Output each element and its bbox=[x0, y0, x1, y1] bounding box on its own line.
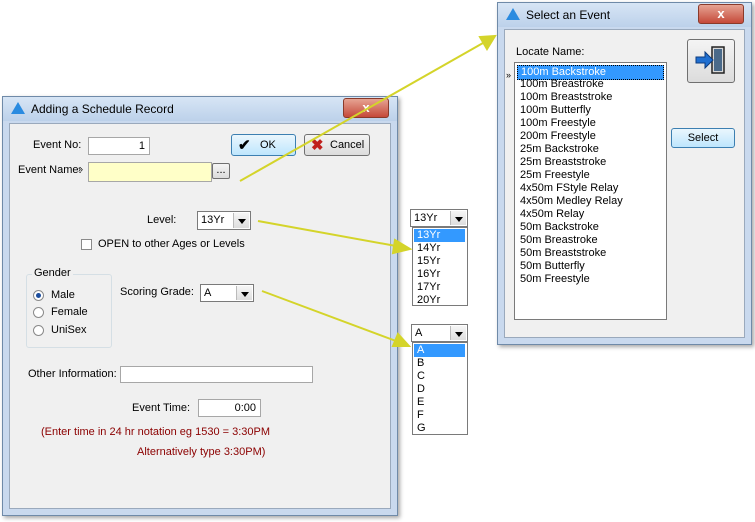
level-option[interactable]: 13Yr bbox=[414, 229, 465, 242]
event-time-field[interactable]: 0:00 bbox=[198, 399, 261, 417]
event-list-item[interactable]: 100m Breaststroke bbox=[517, 91, 664, 104]
event-list-item[interactable]: 200m Freestyle bbox=[517, 130, 664, 143]
event-no-field[interactable]: 1 bbox=[88, 137, 150, 155]
locate-marker: » bbox=[506, 70, 512, 80]
select-button-label: Select bbox=[687, 132, 719, 144]
arrow-head bbox=[478, 34, 497, 51]
gender-group-label: Gender bbox=[32, 267, 73, 279]
grade-option[interactable]: B bbox=[414, 357, 465, 370]
level-option[interactable]: 16Yr bbox=[414, 268, 465, 281]
other-info-label: Other Information: bbox=[28, 368, 117, 380]
cancel-x-icon: ✖ bbox=[311, 137, 324, 154]
event-list-item[interactable]: 25m Breaststroke bbox=[517, 156, 664, 169]
grade-option[interactable]: A bbox=[414, 344, 465, 357]
level-combo[interactable]: 13Yr bbox=[197, 211, 251, 230]
close-button[interactable]: x bbox=[698, 4, 744, 24]
close-button[interactable]: x bbox=[343, 98, 389, 118]
select-button[interactable]: Select bbox=[671, 128, 735, 148]
exit-button[interactable] bbox=[687, 39, 735, 83]
event-list-item[interactable]: 4x50m Relay bbox=[517, 208, 664, 221]
grade-dropdown-list: A B C D E F G bbox=[412, 342, 468, 435]
event-list-item[interactable]: 50m Breastroke bbox=[517, 234, 664, 247]
grade-option[interactable]: F bbox=[414, 409, 465, 422]
open-checkbox[interactable] bbox=[81, 239, 92, 250]
event-list-item[interactable]: 4x50m Medley Relay bbox=[517, 195, 664, 208]
locate-name-label: Locate Name: bbox=[516, 46, 585, 58]
schedule-dialog: Adding a Schedule Record x Event No: 1 ✔… bbox=[2, 96, 398, 516]
event-list-item[interactable]: 25m Backstroke bbox=[517, 143, 664, 156]
cancel-button-label: Cancel bbox=[330, 139, 365, 151]
open-checkbox-label: OPEN to other Ages or Levels bbox=[98, 238, 245, 250]
grade-option[interactable]: C bbox=[414, 370, 465, 383]
level-option[interactable]: 17Yr bbox=[414, 281, 465, 294]
level-option[interactable]: 20Yr bbox=[414, 294, 465, 307]
level-label: Level: bbox=[147, 214, 177, 226]
grade-option[interactable]: G bbox=[414, 422, 465, 435]
schedule-dialog-body: Event No: 1 ✔ OK ✖ Cancel Event Name: » … bbox=[9, 123, 391, 509]
select-event-title: Select an Event bbox=[526, 8, 611, 22]
event-name-marker: » bbox=[78, 164, 84, 174]
gender-female-label: Female bbox=[51, 306, 88, 318]
level-option[interactable]: 15Yr bbox=[414, 255, 465, 268]
grade-option[interactable]: E bbox=[414, 396, 465, 409]
level-combo-value: 13Yr bbox=[201, 214, 225, 226]
time-hint-line2: Alternatively type 3:30PM) bbox=[137, 446, 266, 458]
event-list-item[interactable]: 50m Freestyle bbox=[517, 273, 664, 286]
level-dropdown-value: 13Yr bbox=[414, 212, 438, 224]
ok-button[interactable]: ✔ OK bbox=[231, 134, 296, 156]
select-event-dialog: Select an Event x Locate Name: » 100m Ba… bbox=[497, 2, 752, 345]
gender-female-radio[interactable] bbox=[33, 307, 44, 318]
scoring-grade-label: Scoring Grade: bbox=[120, 286, 194, 298]
level-dropdown-combo[interactable]: 13Yr bbox=[410, 209, 468, 227]
select-event-titlebar[interactable]: Select an Event x bbox=[498, 3, 751, 27]
event-name-label: Event Name: bbox=[18, 164, 82, 176]
grade-dropdown-combo[interactable]: A bbox=[411, 324, 468, 342]
chevron-down-icon[interactable] bbox=[450, 326, 466, 340]
gender-male-radio[interactable] bbox=[33, 290, 44, 301]
event-list-item[interactable]: 50m Breaststroke bbox=[517, 247, 664, 260]
browse-events-button[interactable]: ... bbox=[212, 163, 230, 179]
event-list-item[interactable]: 100m Freestyle bbox=[517, 117, 664, 130]
schedule-dialog-title: Adding a Schedule Record bbox=[31, 102, 174, 116]
scoring-grade-combo[interactable]: A bbox=[200, 284, 254, 302]
event-name-field[interactable] bbox=[88, 162, 212, 182]
select-event-body: Locate Name: » 100m Backstroke 100m Brea… bbox=[504, 29, 745, 338]
exit-door-icon bbox=[695, 46, 725, 74]
scoring-grade-combo-value: A bbox=[204, 287, 212, 299]
event-time-label: Event Time: bbox=[132, 402, 191, 414]
schedule-dialog-titlebar[interactable]: Adding a Schedule Record x bbox=[3, 97, 397, 121]
check-icon: ✔ bbox=[238, 137, 251, 154]
event-list-item[interactable]: 100m Butterfly bbox=[517, 104, 664, 117]
event-list-item[interactable]: 50m Butterfly bbox=[517, 260, 664, 273]
cancel-button[interactable]: ✖ Cancel bbox=[304, 134, 370, 156]
chevron-down-icon[interactable] bbox=[233, 213, 249, 228]
event-no-label: Event No: bbox=[33, 139, 82, 151]
level-dropdown-list: 13Yr 14Yr 15Yr 16Yr 17Yr 20Yr bbox=[412, 227, 468, 306]
time-hint-line1: (Enter time in 24 hr notation eg 1530 = … bbox=[41, 426, 271, 438]
event-list-item[interactable]: 50m Backstroke bbox=[517, 221, 664, 234]
gender-unisex-label: UniSex bbox=[51, 324, 87, 336]
app-triangle-icon bbox=[506, 8, 520, 20]
chevron-down-icon[interactable] bbox=[450, 211, 466, 225]
gender-male-label: Male bbox=[51, 289, 75, 301]
other-info-field[interactable] bbox=[120, 366, 313, 383]
event-list-item[interactable]: 4x50m FStyle Relay bbox=[517, 182, 664, 195]
grade-dropdown-value: A bbox=[415, 327, 423, 339]
chevron-down-icon[interactable] bbox=[236, 286, 252, 300]
event-list-item[interactable]: 25m Freestyle bbox=[517, 169, 664, 182]
grade-option[interactable]: D bbox=[414, 383, 465, 396]
level-option[interactable]: 14Yr bbox=[414, 242, 465, 255]
app-triangle-icon bbox=[11, 102, 25, 114]
event-list-item[interactable]: 100m Breastroke bbox=[517, 78, 664, 91]
gender-unisex-radio[interactable] bbox=[33, 325, 44, 336]
ok-button-label: OK bbox=[260, 139, 276, 151]
event-list[interactable]: 100m Backstroke 100m Breastroke 100m Bre… bbox=[514, 62, 667, 320]
